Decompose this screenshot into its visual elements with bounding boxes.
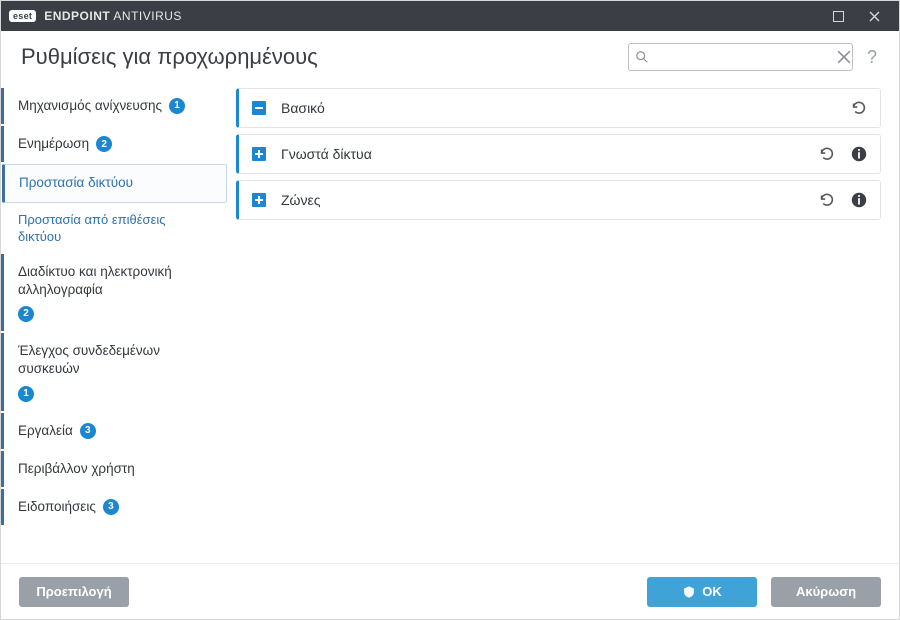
panel-title: Γνωστά δίκτυα — [281, 146, 804, 162]
undo-icon[interactable] — [818, 145, 836, 163]
close-button[interactable] — [857, 1, 891, 31]
info-icon[interactable] — [850, 191, 868, 209]
sidebar-item-tools[interactable]: Εργαλεία 3 — [1, 413, 226, 449]
sidebar-item-notifications[interactable]: Ειδοποιήσεις 3 — [1, 489, 226, 525]
panel-zones[interactable]: Ζώνες — [236, 180, 881, 220]
header-right: ? — [628, 43, 881, 71]
product-name-left: ENDPOINT — [44, 9, 110, 23]
info-icon[interactable] — [850, 145, 868, 163]
brand-logo: eset — [9, 10, 36, 22]
header: Ρυθμίσεις για προχωρημένους ? — [1, 31, 899, 84]
ok-label: ΟΚ — [702, 584, 722, 599]
panel-known-networks[interactable]: Γνωστά δίκτυα — [236, 134, 881, 174]
sidebar-item-label: Ενημέρωση — [18, 135, 89, 153]
panel-title: Βασικό — [281, 100, 836, 116]
clear-icon[interactable] — [837, 50, 851, 64]
panel-basic[interactable]: Βασικό — [236, 88, 881, 128]
badge: 1 — [169, 98, 185, 114]
page-title: Ρυθμίσεις για προχωρημένους — [21, 44, 318, 70]
square-icon — [833, 11, 844, 22]
collapse-icon[interactable] — [251, 100, 267, 116]
content: Βασικό Γνωστά δίκτυα Ζώνες — [226, 84, 899, 563]
ok-button[interactable]: ΟΚ — [647, 577, 757, 607]
undo-icon[interactable] — [850, 99, 868, 117]
main: Μηχανισμός ανίχνευσης 1 Ενημέρωση 2 Προστα… — [1, 84, 899, 563]
search-icon — [635, 50, 649, 64]
badge: 3 — [80, 423, 96, 439]
sidebar-item-label: Εργαλεία — [18, 422, 73, 440]
expand-icon[interactable] — [251, 146, 267, 162]
product-name-right: ANTIVIRUS — [113, 9, 182, 23]
sidebar-item-update[interactable]: Ενημέρωση 2 — [1, 126, 226, 162]
titlebar-left: eset ENDPOINT ANTIVIRUS — [9, 9, 182, 23]
badge: 3 — [103, 499, 119, 515]
badge: 1 — [18, 386, 34, 402]
search-input[interactable] — [655, 50, 831, 65]
badge: 2 — [18, 306, 34, 322]
sidebar-item-label: Έλεγχος συνδεδεμένων συσκευών — [18, 342, 212, 378]
expand-icon[interactable] — [251, 192, 267, 208]
sidebar-item-label: Διαδίκτυο και ηλεκτρονική αλληλογραφία — [18, 263, 212, 299]
sidebar-item-label: Μηχανισμός ανίχνευσης — [18, 97, 162, 115]
sidebar-item-web-email[interactable]: Διαδίκτυο και ηλεκτρονική αλληλογραφία 2 — [1, 254, 226, 331]
sidebar-item-network-attack-protection[interactable]: Προστασία από επιθέσεις δικτύου — [1, 205, 226, 252]
sidebar-item-detection-engine[interactable]: Μηχανισμός ανίχνευσης 1 — [1, 88, 226, 124]
footer-right: ΟΚ Ακύρωση — [647, 577, 881, 607]
undo-icon[interactable] — [818, 191, 836, 209]
sidebar-item-network-protection[interactable]: Προστασία δικτύου — [2, 164, 227, 202]
cancel-button[interactable]: Ακύρωση — [771, 577, 881, 607]
footer: Προεπιλογή ΟΚ Ακύρωση — [1, 563, 899, 619]
search-input-wrapper[interactable] — [628, 43, 853, 71]
product-name: ENDPOINT ANTIVIRUS — [44, 9, 182, 23]
badge: 2 — [96, 136, 112, 152]
default-button[interactable]: Προεπιλογή — [19, 577, 129, 607]
sidebar-item-label: Ειδοποιήσεις — [18, 498, 96, 516]
maximize-button[interactable] — [821, 1, 855, 31]
panel-title: Ζώνες — [281, 192, 804, 208]
sidebar: Μηχανισμός ανίχνευσης 1 Ενημέρωση 2 Προστα… — [1, 84, 226, 563]
sidebar-item-user-interface[interactable]: Περιβάλλον χρήστη — [1, 451, 226, 487]
sidebar-item-device-control[interactable]: Έλεγχος συνδεδεμένων συσκευών 1 — [1, 333, 226, 410]
shield-icon — [682, 585, 696, 599]
sidebar-item-label: Περιβάλλον χρήστη — [18, 460, 135, 478]
titlebar: eset ENDPOINT ANTIVIRUS — [1, 1, 899, 31]
sidebar-item-label: Προστασία δικτύου — [19, 174, 133, 192]
sidebar-item-label: Προστασία από επιθέσεις δικτύου — [18, 211, 212, 246]
window-controls — [821, 1, 891, 31]
close-icon — [869, 11, 880, 22]
help-button[interactable]: ? — [863, 47, 881, 68]
